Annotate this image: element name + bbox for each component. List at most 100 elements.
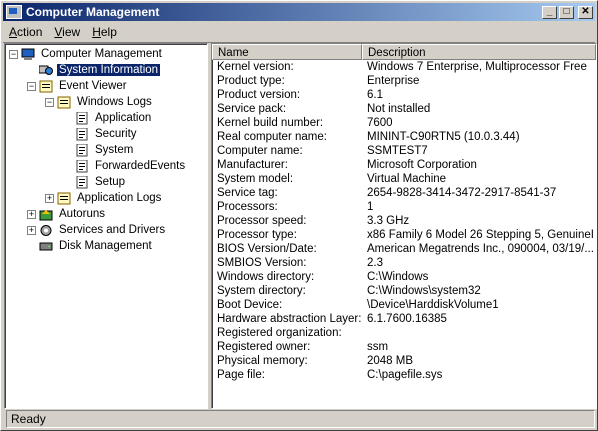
collapse-icon[interactable]: − — [9, 49, 18, 59]
property-name: Product version: — [217, 89, 301, 101]
collapse-icon[interactable]: − — [27, 81, 36, 91]
list-rows: Kernel version: Windows 7 Enterprise, Mul… — [212, 60, 596, 382]
tree-item-windows-logs[interactable]: − Windows Logs — [45, 94, 154, 110]
list-row[interactable]: Registered organization: — [212, 326, 596, 340]
tree-item-label: System — [95, 144, 134, 156]
tree-item-setup[interactable]: Setup — [63, 174, 127, 190]
property-value: x86 Family 6 Model 26 Stepping 5, Genuin… — [367, 229, 594, 241]
property-value: 6.1 — [367, 89, 383, 101]
disk-icon — [39, 240, 53, 253]
maximize-button[interactable]: □ — [559, 5, 574, 19]
list-row[interactable]: Page file: C:\pagefile.sys — [212, 368, 596, 382]
tree-item-application-logs[interactable]: + Application Logs — [45, 190, 163, 206]
navigation-tree[interactable]: − Computer Management System Information − E… — [4, 43, 208, 409]
folder-icon — [57, 96, 71, 109]
minimize-button[interactable]: _ — [542, 5, 557, 19]
property-name: System directory: — [217, 285, 306, 297]
expand-icon[interactable]: + — [45, 193, 54, 203]
property-value: American Megatrends Inc., 090004, 03/19/… — [367, 243, 594, 255]
expand-icon[interactable]: + — [27, 209, 36, 219]
close-button[interactable]: ✕ — [578, 5, 593, 19]
property-name: Windows directory: — [217, 271, 315, 283]
list-row[interactable]: Processor type: x86 Family 6 Model 26 Ste… — [212, 228, 596, 242]
tree-item-event-viewer[interactable]: − Event Viewer — [27, 78, 129, 94]
list-row[interactable]: Physical memory: 2048 MB — [212, 354, 596, 368]
log-icon — [75, 111, 89, 125]
window-title: Computer Management — [26, 5, 160, 19]
menu-label-rest: ction — [17, 25, 43, 39]
tree-item-label: Application Logs — [77, 192, 162, 204]
tree-item-system-information[interactable]: System Information — [27, 62, 162, 78]
tree-item-disk-management[interactable]: Disk Management — [27, 238, 154, 254]
list-row[interactable]: System model: Virtual Machine — [212, 172, 596, 186]
tree-item-label: System Information — [55, 63, 162, 77]
tree-item-label: Setup — [95, 176, 126, 188]
property-value: Microsoft Corporation — [367, 159, 477, 171]
property-value: \Device\HarddiskVolume1 — [367, 299, 499, 311]
property-value: 2654-9828-3414-3472-2917-8541-37 — [367, 187, 557, 199]
list-row[interactable]: Hardware abstraction Layer: 6.1.7600.1638… — [212, 312, 596, 326]
menu-help[interactable]: Help — [86, 25, 123, 39]
property-value: 2048 MB — [367, 355, 414, 367]
list-header: Name Description — [212, 44, 596, 60]
list-row[interactable]: Processor speed: 3.3 GHz — [212, 214, 596, 228]
menu-accelerator: A — [9, 25, 18, 39]
menu-accelerator: V — [54, 25, 63, 39]
property-value: 2.3 — [367, 257, 383, 269]
list-row[interactable]: System directory: C:\Windows\system32 — [212, 284, 596, 298]
list-row[interactable]: Kernel version: Windows 7 Enterprise, Mul… — [212, 60, 596, 74]
list-row[interactable]: Windows directory: C:\Windows — [212, 270, 596, 284]
system-information-list[interactable]: Name Description Kernel version: Windows … — [211, 43, 597, 409]
list-row[interactable]: Service pack: Not installed — [212, 102, 596, 116]
autoruns-icon — [39, 208, 53, 221]
menu-action[interactable]: Action — [3, 25, 48, 39]
property-name: Product type: — [217, 75, 285, 87]
list-row[interactable]: Boot Device: \Device\HarddiskVolume1 — [212, 298, 596, 312]
collapse-icon[interactable]: − — [45, 97, 54, 107]
property-name: Kernel build number: — [217, 117, 324, 129]
folder-icon — [57, 192, 71, 205]
property-value: Not installed — [367, 103, 431, 115]
tree-item-forwarded-events[interactable]: ForwardedEvents — [63, 158, 187, 174]
tree-item-services-and-drivers[interactable]: + Services and Drivers — [27, 222, 167, 238]
property-name: Registered owner: — [217, 341, 311, 353]
property-value: Windows 7 Enterprise, Multiprocessor Fre… — [367, 61, 587, 73]
list-row[interactable]: Product version: 6.1 — [212, 88, 596, 102]
list-row[interactable]: Real computer name: MININT-C90RTN5 (10.0.… — [212, 130, 596, 144]
column-header-name[interactable]: Name — [212, 44, 362, 60]
list-row[interactable]: Product type: Enterprise — [212, 74, 596, 88]
list-row[interactable]: BIOS Version/Date: American Megatrends In… — [212, 242, 596, 256]
list-row[interactable]: Manufacturer: Microsoft Corporation — [212, 158, 596, 172]
tree-item-label: Windows Logs — [77, 96, 152, 108]
column-header-description[interactable]: Description — [362, 44, 596, 60]
property-name: Processor type: — [217, 229, 297, 241]
expand-icon[interactable]: + — [27, 225, 36, 235]
list-row[interactable]: Computer name: SSMTEST7 — [212, 144, 596, 158]
tree-item-security[interactable]: Security — [63, 126, 139, 142]
log-icon — [75, 143, 89, 157]
list-row[interactable]: Service tag: 2654-9828-3414-3472-2917-854… — [212, 186, 596, 200]
menu-bar: Action View Help — [3, 22, 595, 43]
property-name: Computer name: — [217, 145, 303, 157]
property-name: Processor speed: — [217, 215, 307, 227]
menu-view[interactable]: View — [48, 25, 86, 39]
list-row[interactable]: Registered owner: ssm — [212, 340, 596, 354]
tree-item-label: Computer Management — [41, 48, 162, 60]
computer-management-window: Computer Management _ □ ✕ Action View Help… — [0, 0, 598, 431]
tree-item-label: Disk Management — [59, 240, 152, 252]
title-bar[interactable]: Computer Management _ □ ✕ — [3, 3, 595, 21]
list-row[interactable]: SMBIOS Version: 2.3 — [212, 256, 596, 270]
list-row[interactable]: Kernel build number: 7600 — [212, 116, 596, 130]
tree-item-computer-management[interactable]: − Computer Management — [9, 46, 164, 62]
property-name: SMBIOS Version: — [217, 257, 307, 269]
tree-item-application[interactable]: Application — [63, 110, 153, 126]
property-value: SSMTEST7 — [367, 145, 428, 157]
property-value: 6.1.7600.16385 — [367, 313, 447, 325]
tree-item-system[interactable]: System — [63, 142, 135, 158]
property-name: Registered organization: — [217, 327, 342, 339]
property-value: C:\Windows — [367, 271, 429, 283]
status-text: Ready — [6, 410, 595, 428]
list-row[interactable]: Processors: 1 — [212, 200, 596, 214]
property-name: Manufacturer: — [217, 159, 288, 171]
tree-item-autoruns[interactable]: + Autoruns — [27, 206, 107, 222]
